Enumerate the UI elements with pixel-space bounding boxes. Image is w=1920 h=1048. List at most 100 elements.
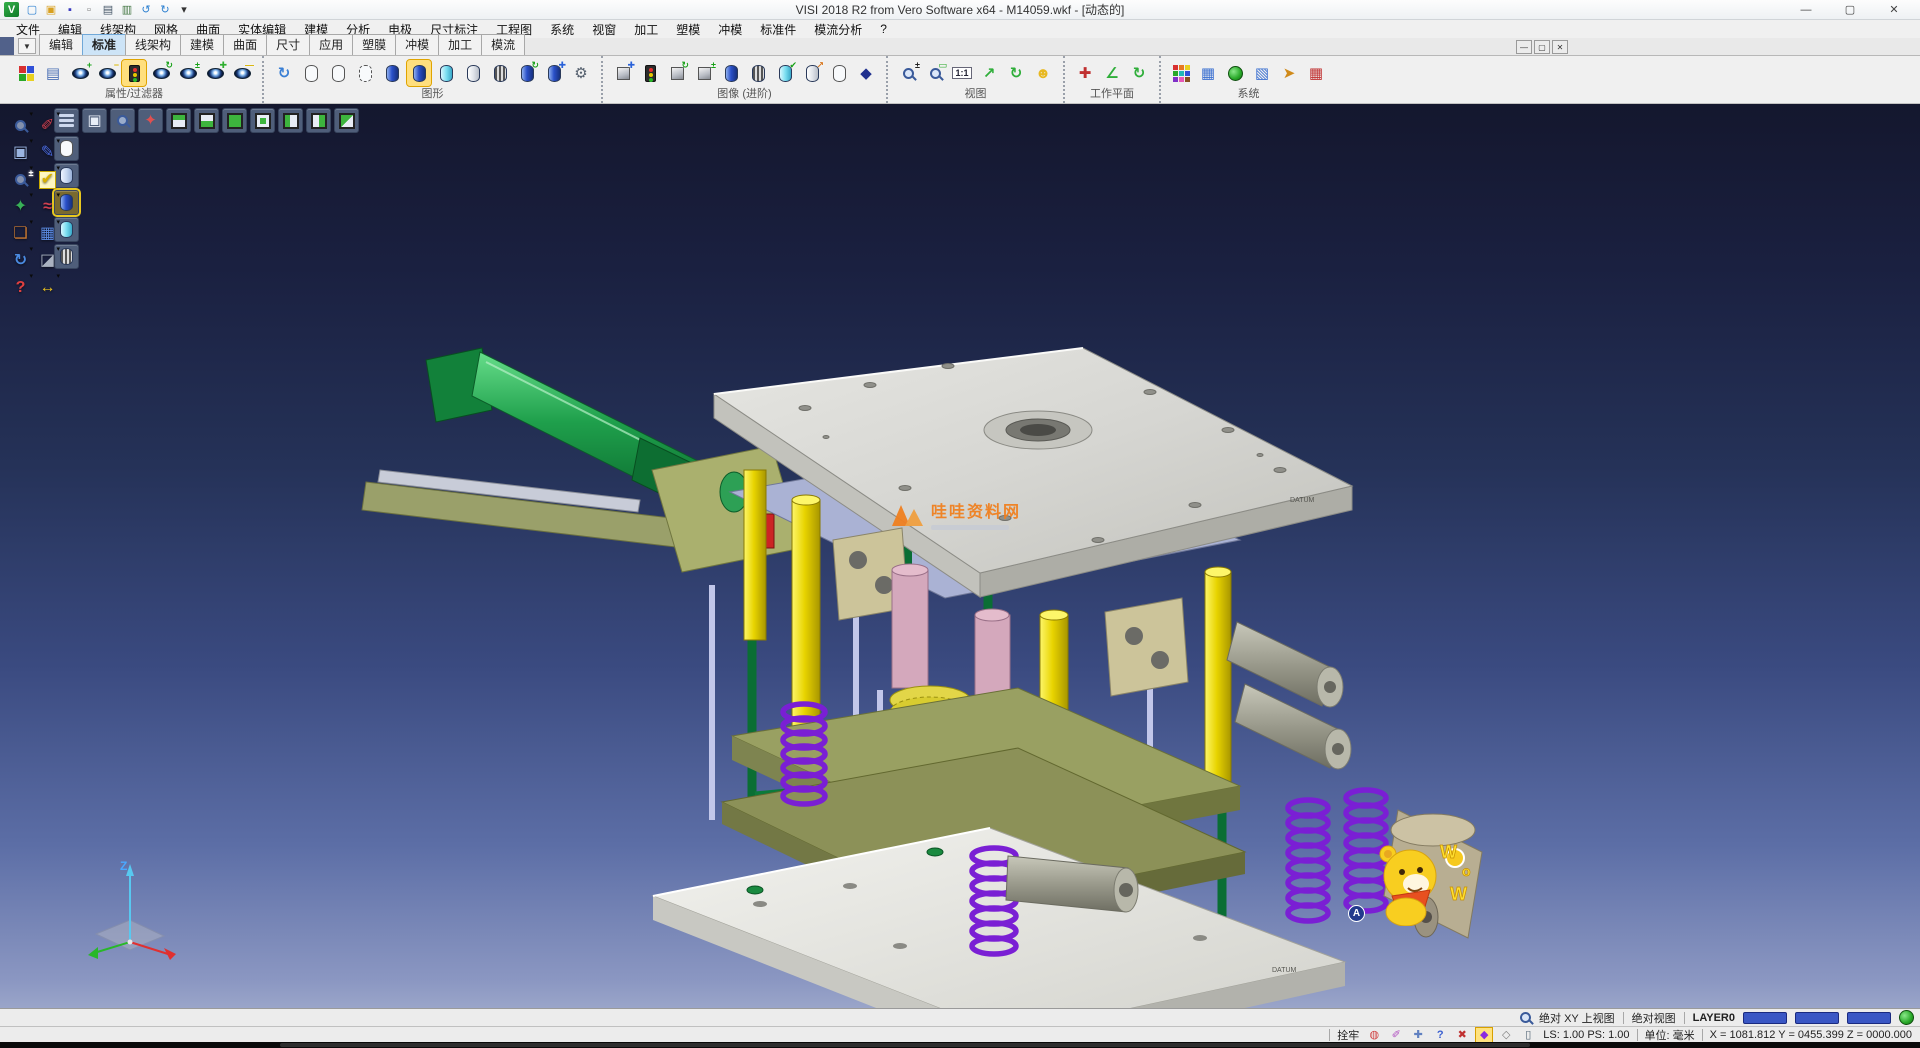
3d-viewport[interactable]: DATUM — [0, 104, 1920, 1008]
snap-battery[interactable]: ▯ — [1520, 1028, 1536, 1042]
status-view-reference[interactable]: 绝对 XY 上视图 — [1539, 1010, 1615, 1026]
layer-color-swatch-3[interactable] — [1847, 1012, 1891, 1024]
axis-triad-view[interactable]: ✦ — [138, 108, 163, 133]
color-table[interactable] — [1169, 60, 1193, 86]
qat-save[interactable]: ▪ — [62, 2, 78, 18]
qat-qat-dropdown[interactable]: ▾ — [176, 2, 192, 18]
tab-modeling[interactable]: 建模 — [180, 34, 224, 55]
qat-print[interactable]: ▤ — [100, 2, 116, 18]
workplane-rotate[interactable]: ↻ — [1127, 60, 1151, 86]
qat-open-file[interactable]: ▣ — [43, 2, 59, 18]
zoom-in-out[interactable]: ± — [896, 60, 920, 86]
temp-wireframe-display[interactable] — [488, 60, 512, 86]
tab-mold[interactable]: 塑膜 — [352, 34, 396, 55]
menu-item-mold[interactable]: 塑模 — [668, 20, 708, 39]
shade-highlight-view[interactable]: ☻ — [1031, 60, 1055, 86]
selection-options[interactable]: ➤ — [1277, 60, 1301, 86]
qat-plot[interactable]: ▥ — [119, 2, 135, 18]
qat-undo[interactable]: ↺ — [138, 2, 154, 18]
layer-color-swatch-1[interactable] — [1743, 1012, 1787, 1024]
snap-intersection[interactable]: ✖ — [1454, 1028, 1470, 1042]
menu-item-die[interactable]: 冲模 — [710, 20, 750, 39]
view-left[interactable] — [278, 108, 303, 133]
flat-display[interactable] — [461, 60, 485, 86]
window-close-button[interactable]: ✕ — [1872, 0, 1916, 19]
tab-dropdown-button[interactable]: ▼ — [18, 38, 36, 54]
help-tool[interactable]: ? — [8, 274, 33, 301]
hidden-line-display[interactable] — [326, 60, 350, 86]
status-search-icon[interactable] — [1520, 1012, 1531, 1023]
display-options-tool[interactable]: ❏ — [8, 220, 33, 247]
solid-validate[interactable]: ✔ — [773, 60, 797, 86]
tab-moldflow[interactable]: 模流 — [481, 34, 525, 55]
zoom-window[interactable]: ▭ — [923, 60, 947, 86]
grid-plane-tool[interactable]: ▦ — [35, 220, 60, 247]
workplane-origin[interactable]: ✚ — [1073, 60, 1097, 86]
solid-swap-visibility[interactable]: ↻ — [665, 60, 689, 86]
freehand-curve-tool[interactable]: ≈ — [35, 193, 60, 220]
solid-cube-tool[interactable]: ◪ — [35, 247, 60, 274]
transparent-display[interactable] — [434, 60, 458, 86]
grid-options[interactable]: ▦ — [1304, 60, 1328, 86]
status-layer[interactable]: LAYER0 — [1693, 1012, 1735, 1024]
delete-sketch-tool[interactable]: ✐ — [35, 112, 60, 139]
snap-off[interactable]: ◍ — [1366, 1028, 1382, 1042]
tab-wireframe[interactable]: 线架构 — [125, 34, 181, 55]
measure-tool[interactable]: ↔ — [35, 274, 60, 301]
confirm-check-tool[interactable]: ✔ — [35, 166, 60, 193]
mdi-close-button[interactable]: ✕ — [1552, 40, 1568, 54]
render-options[interactable]: ▦ — [1196, 60, 1220, 86]
hide-entities[interactable]: − — [95, 60, 119, 86]
display-settings[interactable]: ⚙ — [569, 60, 593, 86]
tab-edit[interactable]: 编辑 — [39, 34, 83, 55]
snap-help[interactable]: ? — [1432, 1028, 1448, 1042]
menu-item-help[interactable]: ? — [872, 21, 895, 37]
refresh-view[interactable]: ↻ — [1004, 60, 1028, 86]
view-top[interactable] — [166, 108, 191, 133]
show-entities[interactable]: + — [68, 60, 92, 86]
hide-selected[interactable]: — — [230, 60, 254, 86]
window-options[interactable]: ▧ — [1250, 60, 1274, 86]
mdi-minimize-button[interactable]: — — [1516, 40, 1532, 54]
zoom-window-tool[interactable]: ▣ — [8, 139, 33, 166]
view-front[interactable] — [222, 108, 247, 133]
dynamic-zoom[interactable] — [110, 108, 135, 133]
status-globe-icon[interactable] — [1899, 1010, 1914, 1025]
zoom-actual-size[interactable]: 1:1 — [950, 60, 974, 86]
tab-die[interactable]: 冲模 — [395, 34, 439, 55]
solid-color-display[interactable]: ✚ — [542, 60, 566, 86]
model-hydraulic-cylinder[interactable] — [362, 348, 802, 572]
solid-shaded[interactable] — [719, 60, 743, 86]
attribute-palette[interactable] — [14, 60, 38, 86]
pan-view[interactable]: ↗ — [977, 60, 1001, 86]
mdi-restore-button[interactable]: ▢ — [1534, 40, 1550, 54]
swap-visibility[interactable]: ↻ — [149, 60, 173, 86]
fit-view[interactable]: ▣ — [82, 108, 107, 133]
qat-redo[interactable]: ↻ — [157, 2, 173, 18]
refresh-redraw-tool[interactable]: ↻ — [8, 247, 33, 274]
app-logo[interactable]: V — [4, 2, 19, 17]
web-update[interactable] — [1223, 60, 1247, 86]
view-bottom[interactable] — [194, 108, 219, 133]
menu-item-moldflow[interactable]: 模流分析 — [806, 20, 870, 39]
shaded-edges-display[interactable] — [407, 60, 431, 86]
window-minimize-button[interactable]: — — [1784, 0, 1828, 19]
model-roller-cylinders[interactable] — [1227, 622, 1351, 769]
shaded-display[interactable] — [380, 60, 404, 86]
qat-new-file[interactable]: ▢ — [24, 2, 40, 18]
view-back[interactable] — [250, 108, 275, 133]
snap-vertex[interactable]: ◇ — [1498, 1028, 1514, 1042]
regen-solids[interactable]: ↻ — [515, 60, 539, 86]
sketch-ellipse-tool[interactable]: ✎ — [35, 139, 60, 166]
menu-item-standard-parts[interactable]: 标准件 — [752, 20, 804, 39]
layer-color-swatch-2[interactable] — [1795, 1012, 1839, 1024]
status-absolute-view[interactable]: 绝对视图 — [1632, 1010, 1676, 1026]
solid-dark-barrel[interactable] — [746, 60, 770, 86]
workplane-align[interactable]: ∠ — [1100, 60, 1124, 86]
filter-document[interactable]: ▤ — [41, 60, 65, 86]
solid-plus-minus[interactable]: ± — [692, 60, 716, 86]
tab-surface[interactable]: 曲面 — [223, 34, 267, 55]
solid-visibility-add[interactable]: ✚ — [611, 60, 635, 86]
solid-render[interactable]: ◆ — [854, 60, 878, 86]
menu-item-machining[interactable]: 加工 — [626, 20, 666, 39]
